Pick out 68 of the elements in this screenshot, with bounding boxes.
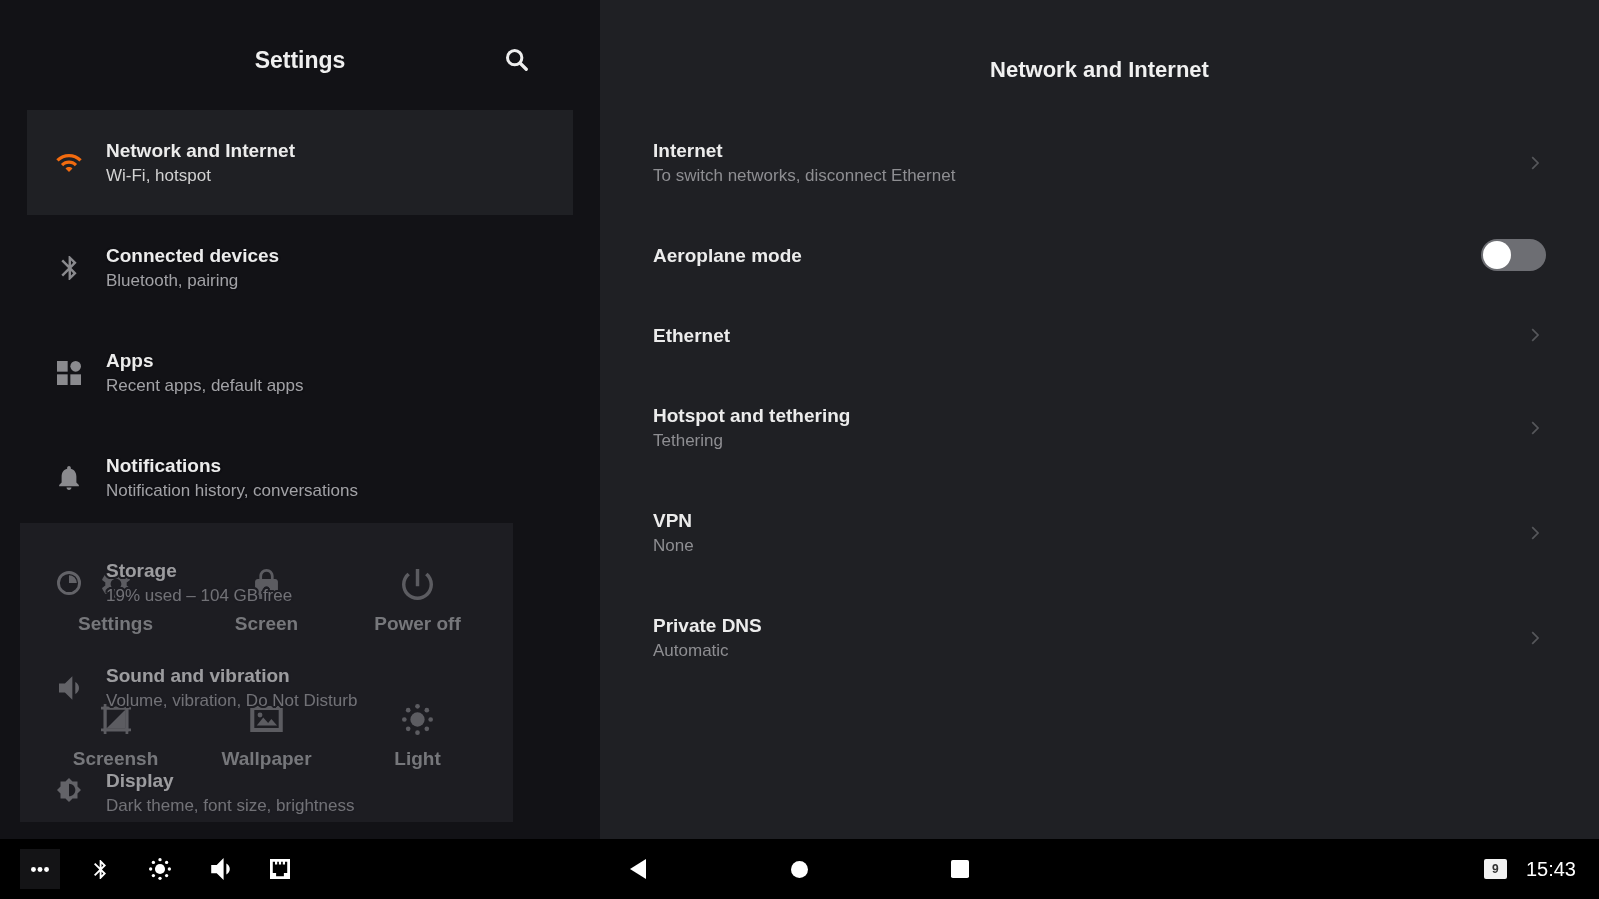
- toggle-switch[interactable]: [1481, 239, 1546, 271]
- item-title: Display: [106, 770, 174, 792]
- sidebar-item[interactable]: Connected devices Bluetooth, pairing: [27, 215, 573, 320]
- row-title: Hotspot and tethering: [653, 404, 851, 428]
- item-subtitle: Wi-Fi, hotspot: [106, 165, 211, 187]
- sidebar-title: Settings: [254, 46, 346, 75]
- speaker-icon[interactable]: [210, 858, 230, 880]
- speaker-icon: [59, 675, 79, 700]
- sidebar-item[interactable]: Network and Internet Wi-Fi, hotspot: [27, 110, 573, 215]
- row-subtitle: Automatic: [653, 640, 729, 662]
- settings-row[interactable]: Internet To switch networks, disconnect Ethernet: [600, 110, 1599, 215]
- item-title: Apps: [106, 350, 154, 372]
- quick-menu-button[interactable]: Wallpaper: [221, 749, 312, 769]
- bell-icon: [59, 465, 79, 490]
- power-icon[interactable]: [402, 568, 433, 600]
- chevron-icon: [1531, 630, 1539, 645]
- row-title: Ethernet: [653, 323, 731, 348]
- apps-icon: [57, 360, 81, 385]
- row-title: Internet: [653, 139, 723, 163]
- chevron-icon: [1531, 420, 1539, 435]
- item-subtitle: Volume, vibration, Do Not Disturb: [106, 690, 358, 712]
- settings-row[interactable]: VPN None: [600, 480, 1599, 585]
- row-subtitle: To switch networks, disconnect Ethernet: [653, 165, 956, 187]
- item-subtitle: Dark theme, font size, brightness: [106, 795, 355, 817]
- search-icon[interactable]: [506, 49, 528, 71]
- item-subtitle: Notification history, conversations: [106, 480, 358, 502]
- sidebar-item[interactable]: Apps Recent apps, default apps: [27, 320, 573, 425]
- chevron-icon: [1531, 525, 1539, 540]
- settings-row[interactable]: Hotspot and tethering Tethering: [600, 375, 1599, 480]
- item-title: Network and Internet: [106, 140, 295, 162]
- image-icon[interactable]: [250, 706, 283, 732]
- settings-row[interactable]: Ethernet: [600, 295, 1599, 375]
- quick-menu-button[interactable]: Light: [394, 749, 441, 769]
- wifi-icon: [56, 153, 82, 172]
- sidebar-item[interactable]: Notifications Notification history, conversations: [27, 425, 573, 530]
- bluetooth-icon: [61, 255, 77, 280]
- row-subtitle: Tethering: [653, 430, 723, 452]
- back-icon[interactable]: [630, 859, 646, 879]
- quick-menu-button[interactable]: Settings: [78, 614, 153, 634]
- quick-menu-button[interactable]: Power off: [374, 614, 461, 634]
- item-subtitle: Recent apps, default apps: [106, 375, 304, 397]
- clock-time: 15:43: [1525, 857, 1576, 881]
- ethernet-port-icon[interactable]: [270, 859, 290, 879]
- more-button[interactable]: [20, 849, 60, 889]
- chevron-icon: [1531, 155, 1539, 170]
- row-subtitle: None: [653, 535, 694, 557]
- chevron-icon: [1531, 328, 1539, 342]
- bluetooth-icon[interactable]: [94, 859, 106, 879]
- quick-menu-button[interactable]: Screensh: [72, 749, 159, 769]
- row-title: VPN: [653, 509, 693, 533]
- notification-count-badge[interactable]: 9: [1483, 859, 1507, 879]
- pie-chart-icon: [57, 570, 81, 595]
- brightness-icon: [57, 777, 81, 802]
- more-icon: [31, 866, 49, 872]
- row-title: Aeroplane mode: [653, 243, 802, 268]
- quick-menu-button[interactable]: Screen: [234, 614, 299, 634]
- item-title: Notifications: [106, 455, 222, 477]
- sidebar-item[interactable]: Sound and vibration Volume, vibration, Do Not Disturb: [27, 635, 573, 740]
- settings-row[interactable]: Private DNS Automatic: [600, 585, 1599, 690]
- item-title: Storage: [106, 560, 177, 582]
- item-title: Sound and vibration: [106, 665, 290, 687]
- settings-row[interactable]: Aeroplane mode: [600, 215, 1599, 295]
- row-title: Private DNS: [653, 614, 762, 638]
- item-subtitle: Bluetooth, pairing: [106, 270, 239, 292]
- item-title: Connected devices: [106, 245, 280, 267]
- panel-title: Network and Internet: [990, 56, 1209, 84]
- home-icon[interactable]: [790, 860, 808, 878]
- sun-icon[interactable]: [149, 858, 171, 880]
